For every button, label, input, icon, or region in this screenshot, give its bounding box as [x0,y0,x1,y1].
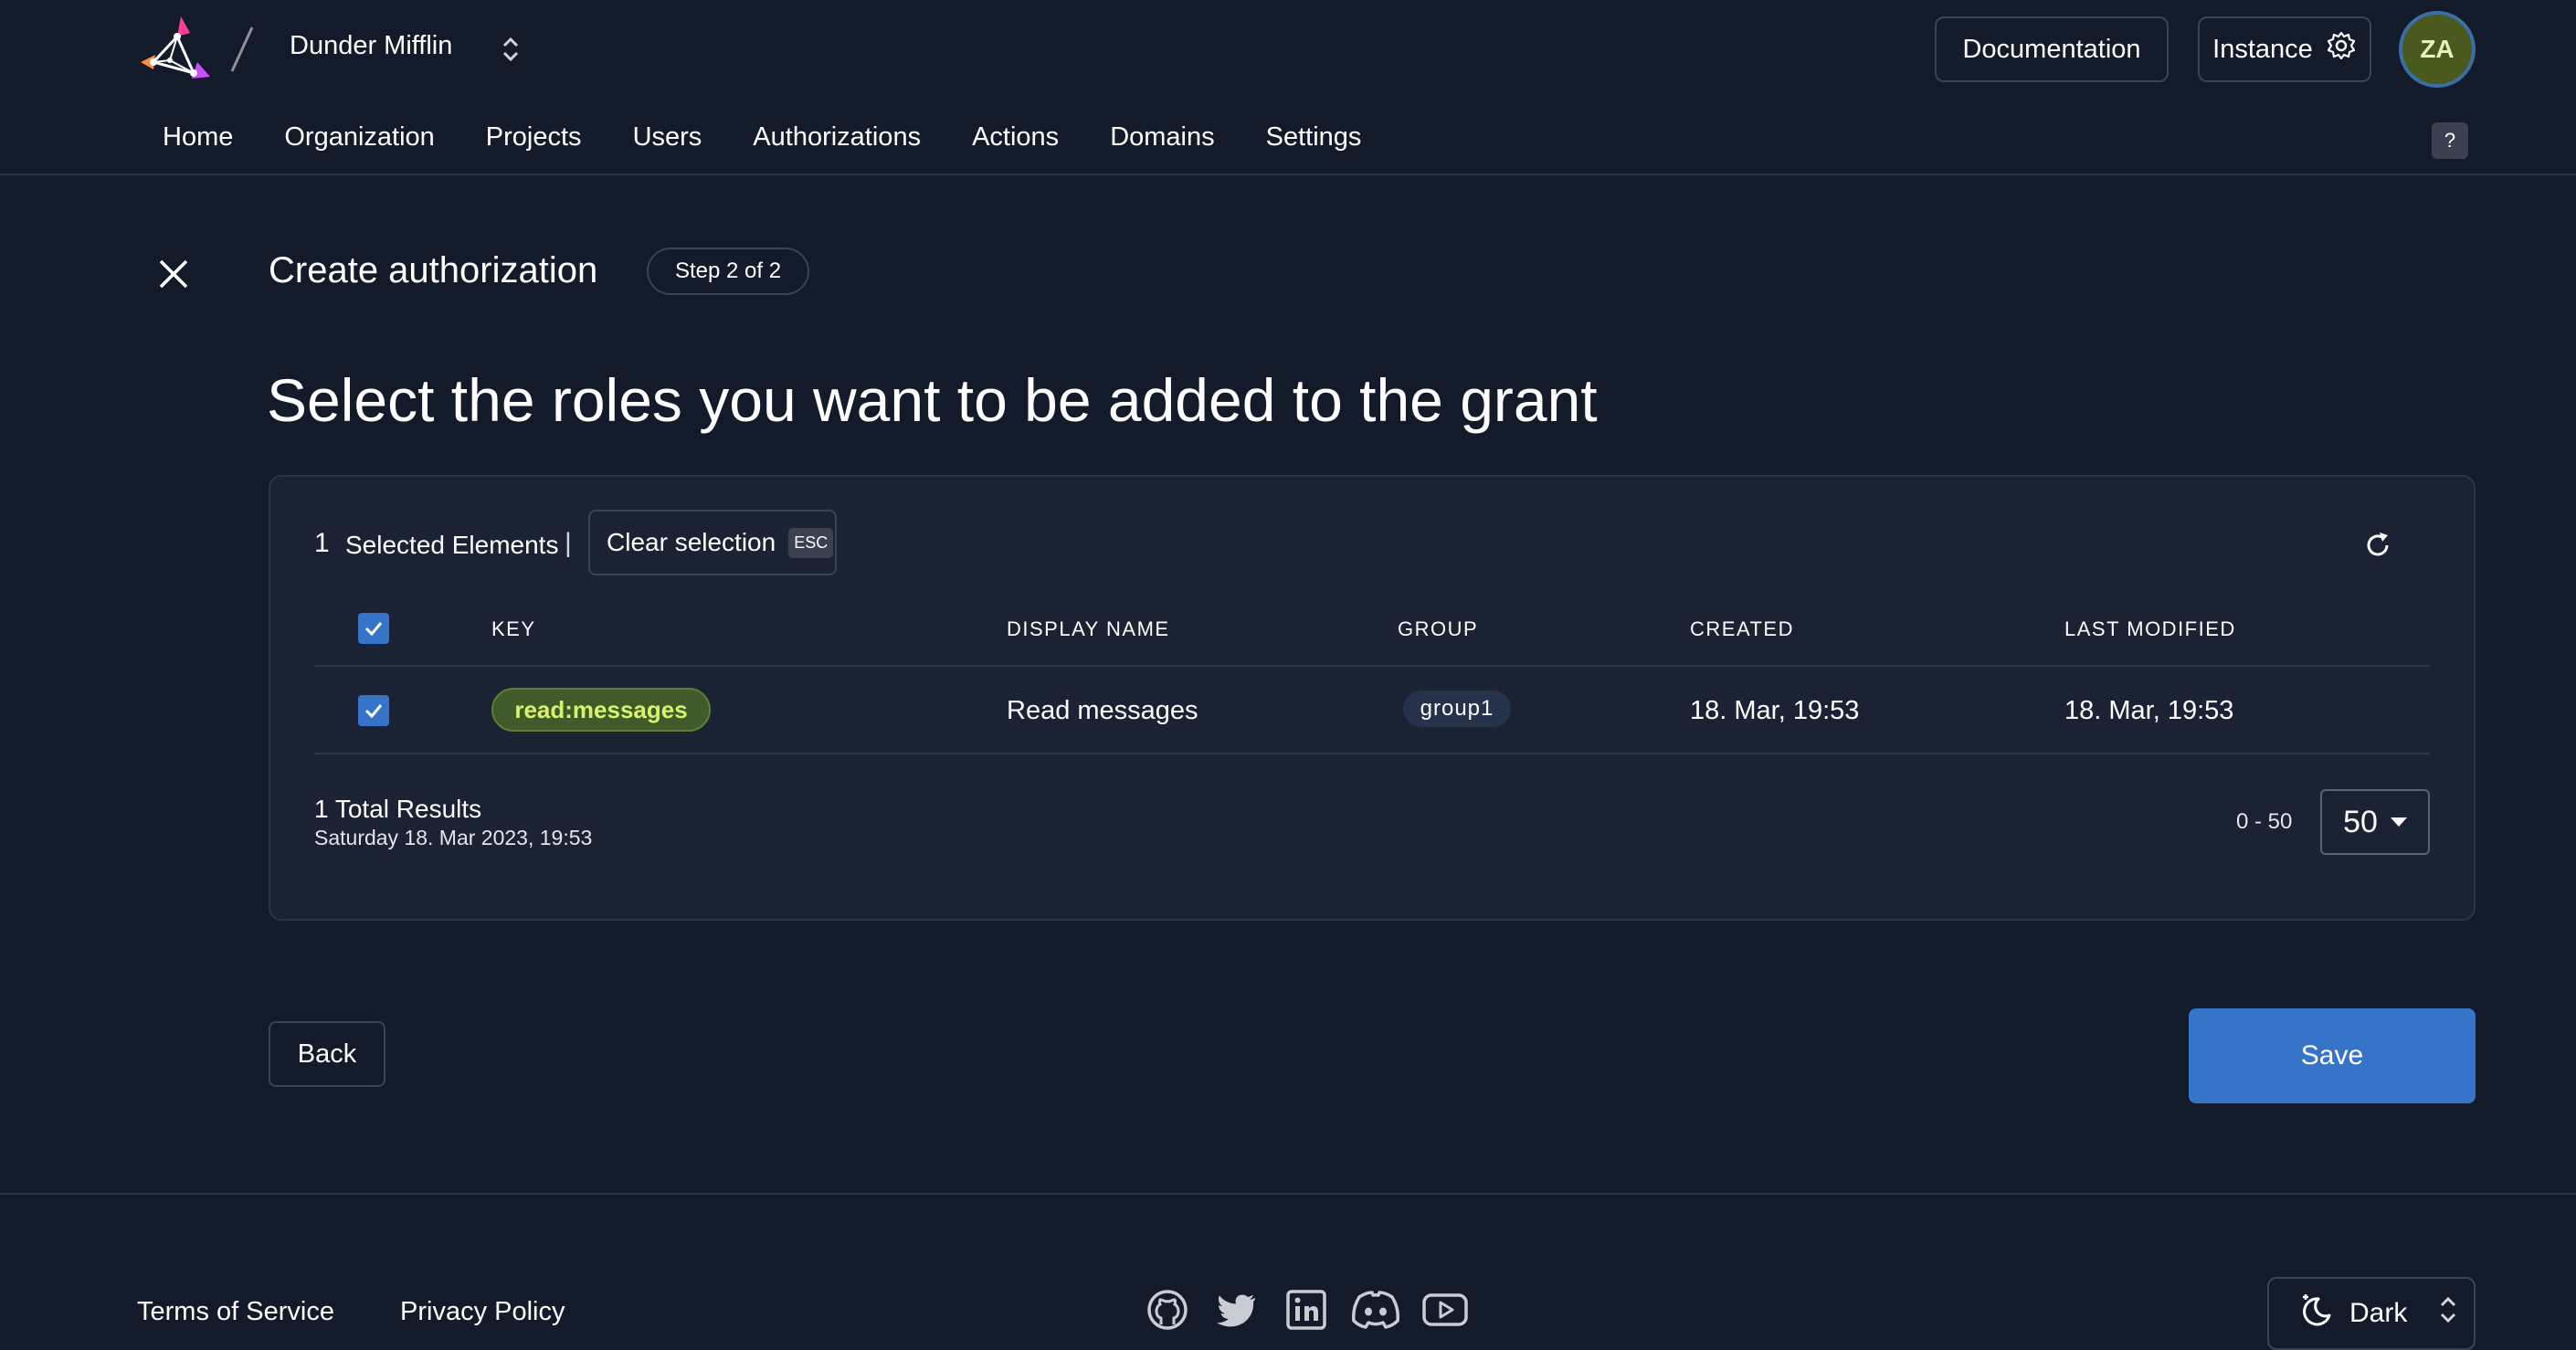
esc-key-hint: ESC [788,527,834,558]
row-checkbox[interactable] [358,695,389,726]
nav-home[interactable]: Home [163,122,233,153]
role-display-name: Read messages [1007,696,1198,725]
user-avatar[interactable]: ZA [2399,11,2476,88]
gear-icon [2326,30,2357,69]
nav-actions[interactable]: Actions [972,122,1059,153]
zitadel-logo[interactable] [137,13,212,86]
role-group-chip: group1 [1403,691,1511,727]
clear-selection-label: Clear selection [607,528,776,556]
refresh-icon[interactable] [2362,530,2393,561]
youtube-icon[interactable] [1421,1288,1468,1332]
org-name[interactable]: Dunder Mifflin [290,31,452,61]
role-created: 18. Mar, 19:53 [1690,696,1860,725]
close-icon[interactable] [155,256,192,292]
nav-authorizations[interactable]: Authorizations [753,122,921,153]
github-icon[interactable] [1145,1288,1189,1332]
theme-label: Dark [2349,1298,2408,1328]
role-last-modified: 18. Mar, 19:53 [2064,696,2234,725]
selected-count: 1 [314,528,330,558]
select-all-checkbox[interactable] [358,613,389,644]
discord-icon[interactable] [1350,1288,1399,1332]
total-results: 1 Total Results [314,795,482,823]
page-title: Create authorization [269,250,598,290]
instance-button[interactable]: Instance [2198,16,2371,82]
page-size-value: 50 [2343,804,2378,839]
table-header-divider [314,665,2430,667]
nav-users[interactable]: Users [633,122,702,153]
table-row-divider [314,753,2430,754]
checkmark-icon [364,704,383,719]
back-button[interactable]: Back [269,1021,385,1087]
help-button[interactable]: ? [2432,122,2468,159]
twitter-icon[interactable] [1215,1288,1259,1332]
theme-toggle[interactable]: Dark [2267,1277,2476,1350]
column-header-last-modified[interactable]: LAST MODIFIED [2064,617,2236,641]
checkmark-icon [364,622,383,637]
clear-selection-button[interactable]: Clear selection ESC [588,510,837,575]
column-header-created[interactable]: CREATED [1690,617,1794,641]
linkedin-icon[interactable] [1284,1288,1328,1332]
nav-domains[interactable]: Domains [1110,122,1214,153]
instance-button-label: Instance [2212,34,2313,64]
footer-divider [0,1193,2576,1195]
section-heading: Select the roles you want to be added to… [267,366,1598,434]
column-header-group[interactable]: GROUP [1398,617,1478,641]
selection-separator: | [565,528,572,558]
documentation-button[interactable]: Documentation [1935,16,2169,82]
nav-organization[interactable]: Organization [284,122,434,153]
terms-of-service-link[interactable]: Terms of Service [137,1297,334,1327]
privacy-policy-link[interactable]: Privacy Policy [400,1297,565,1327]
results-timestamp: Saturday 18. Mar 2023, 19:53 [314,826,593,849]
breadcrumb-separator [225,24,258,75]
moon-icon [2298,1292,2335,1335]
header-divider [0,174,2576,175]
nav-settings[interactable]: Settings [1266,122,1362,153]
save-button[interactable]: Save [2189,1008,2476,1103]
role-key-chip: read:messages [491,688,711,732]
caret-down-icon [2390,817,2407,827]
nav-projects[interactable]: Projects [486,122,582,153]
column-header-display-name[interactable]: DISPLAY NAME [1007,617,1170,641]
main-nav: Home Organization Projects Users Authori… [163,122,1361,153]
page-size-select[interactable]: 50 [2320,789,2430,855]
org-switch-chevrons-icon[interactable] [497,33,524,66]
column-header-key[interactable]: KEY [491,617,536,641]
selected-label: Selected Elements [345,531,559,559]
chevrons-up-down-icon [2438,1294,2458,1333]
page-range: 0 - 50 [2236,809,2293,834]
step-badge: Step 2 of 2 [647,248,809,295]
